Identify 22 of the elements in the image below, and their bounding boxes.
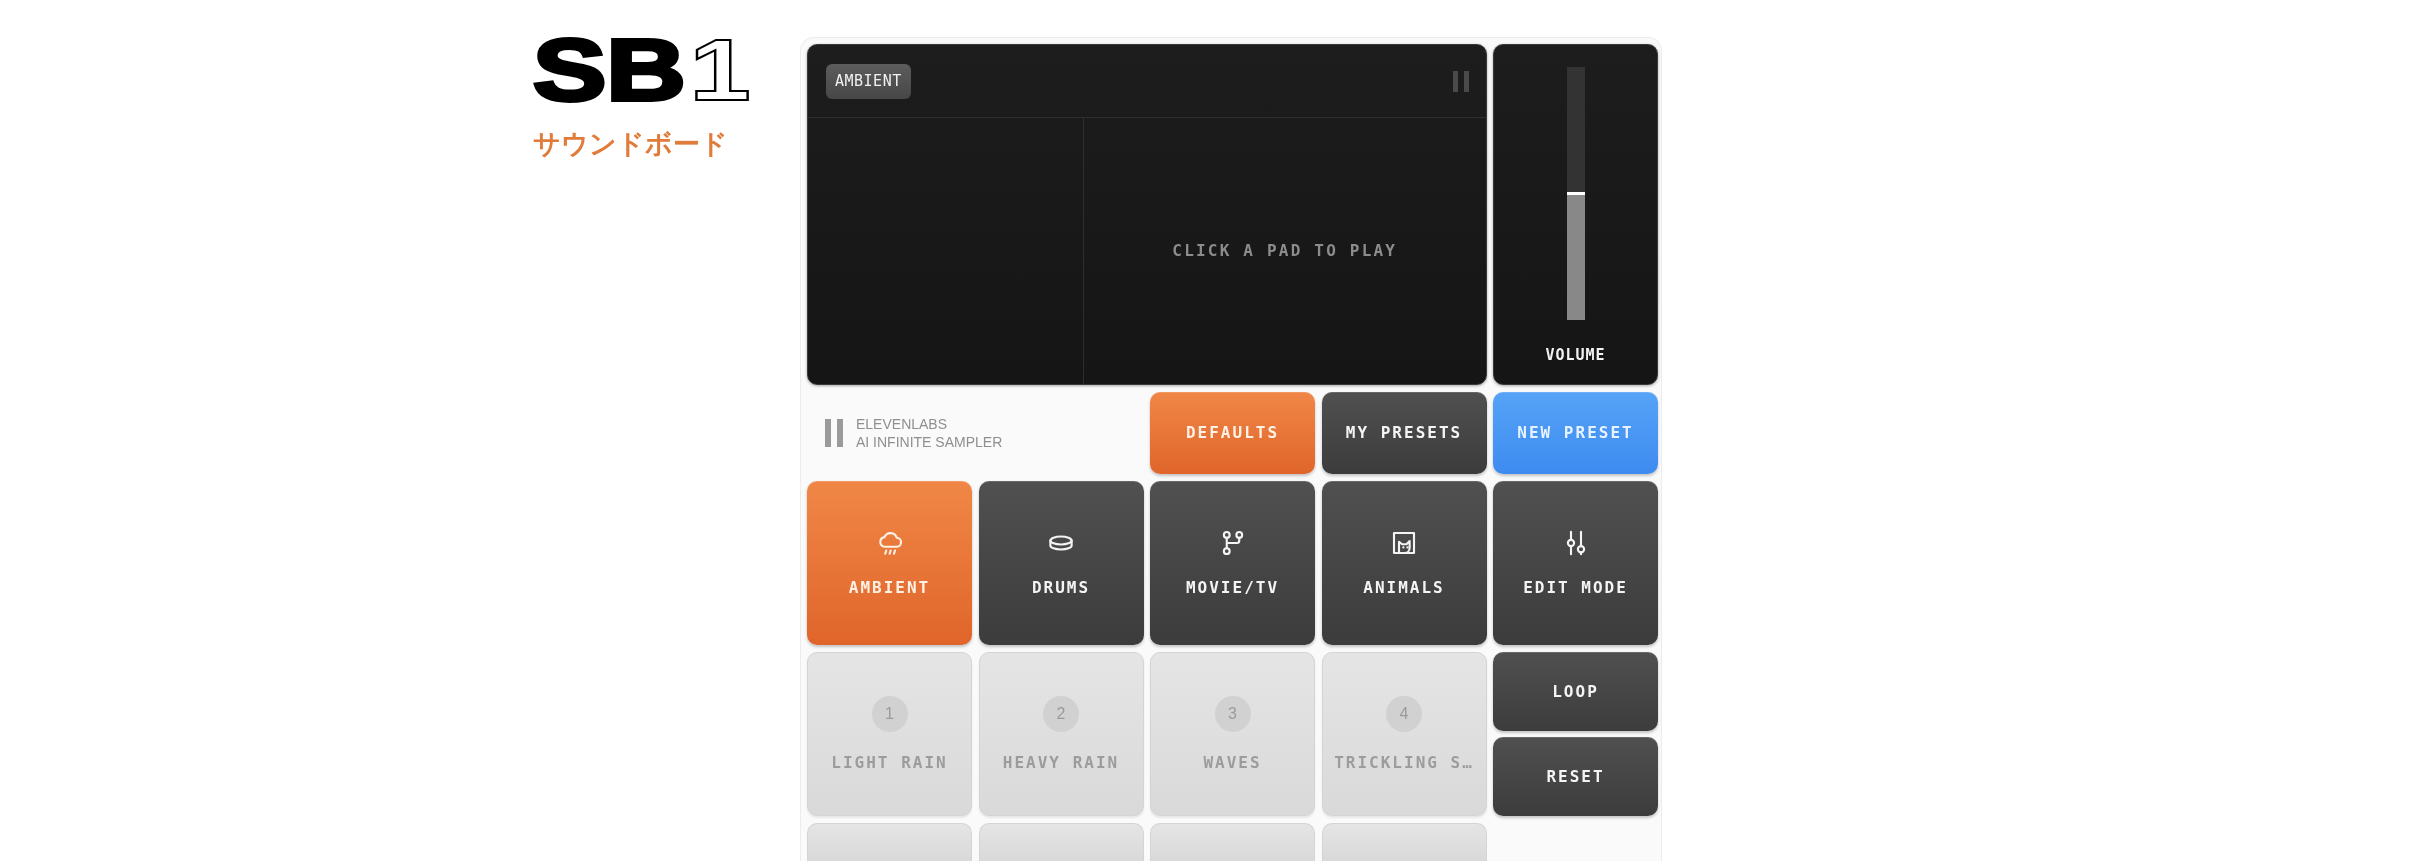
volume-slider[interactable] <box>1566 67 1585 320</box>
category-button[interactable]: ANIMALS <box>1321 481 1487 645</box>
reset-button[interactable]: RESET <box>1493 737 1658 816</box>
brand-tagline: AI INFINITE SAMPLER <box>856 433 1003 451</box>
volume-label: VOLUME <box>1545 345 1606 365</box>
slider-thumb[interactable] <box>1566 191 1585 195</box>
pause-icon <box>825 419 843 447</box>
prompt-text: CLICK A PAD TO PLAY <box>1172 240 1398 262</box>
loop-button[interactable]: LOOP <box>1493 652 1658 731</box>
mode-badge: AMBIENT <box>826 63 911 99</box>
category-button[interactable]: DRUMS <box>978 481 1144 645</box>
edit-mode-button[interactable]: EDIT MODE <box>1493 481 1658 645</box>
pad-button[interactable] <box>978 823 1144 861</box>
subtitle: サウンドボード <box>533 127 728 161</box>
logo: SB1 <box>533 26 751 114</box>
pause-icon <box>1452 70 1469 92</box>
preset-tab[interactable]: MY PRESETS <box>1321 392 1487 474</box>
category-button[interactable]: MOVIE/TV <box>1150 481 1315 645</box>
pad-button[interactable] <box>1321 823 1487 861</box>
pad-button[interactable] <box>1150 823 1315 861</box>
brand-name: ELEVENLABS <box>856 415 949 433</box>
pad-button[interactable] <box>807 823 972 861</box>
